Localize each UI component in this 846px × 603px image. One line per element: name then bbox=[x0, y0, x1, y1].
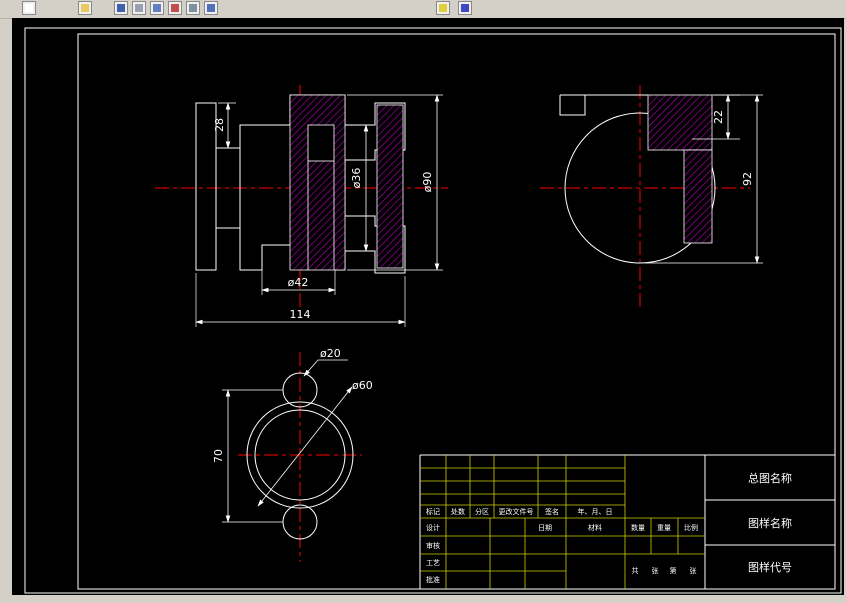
save-icon[interactable] bbox=[114, 1, 128, 15]
cut-icon-glyph bbox=[189, 4, 197, 12]
open-icon-glyph bbox=[81, 4, 89, 12]
new-icon-glyph bbox=[25, 4, 33, 12]
dim-28-text: 28 bbox=[213, 118, 226, 132]
print-icon-glyph bbox=[135, 4, 143, 12]
rev-header-docno: 更改文件号 bbox=[499, 507, 534, 516]
side-section-hatch-right bbox=[683, 149, 713, 244]
dim-20-text: ø20 bbox=[320, 347, 341, 360]
pan-icon-glyph bbox=[461, 4, 469, 12]
side-section-hatch-top bbox=[647, 94, 713, 151]
zoom-window-icon[interactable] bbox=[436, 1, 450, 15]
rev-header-zone: 分区 bbox=[475, 507, 489, 516]
qty-label: 数量 bbox=[631, 523, 645, 532]
sign-row-check: 审核 bbox=[426, 541, 440, 550]
pan-icon[interactable] bbox=[458, 1, 472, 15]
sign-row-approve: 批准 bbox=[426, 575, 440, 584]
part-name: 图样名称 bbox=[748, 516, 792, 530]
weight-label: 重量 bbox=[657, 524, 671, 532]
scale-label: 比例 bbox=[684, 523, 698, 532]
sheets-no-label: 第 bbox=[670, 566, 677, 575]
dim-36-text: ø36 bbox=[350, 168, 363, 189]
dim-90-text: ø90 bbox=[421, 172, 434, 193]
preview-icon-glyph bbox=[153, 4, 161, 12]
toolbar bbox=[0, 0, 846, 19]
sheets-unit2: 张 bbox=[690, 566, 697, 575]
sign-row-design: 设计 bbox=[426, 523, 440, 532]
save-icon-glyph bbox=[117, 4, 125, 12]
dim-92-text: 92 bbox=[741, 172, 754, 186]
preview-icon[interactable] bbox=[150, 1, 164, 15]
drawing-canvas[interactable]: 28 ø36 ø90 ø42 114 22 92 ø20 ø60 70 标记 处… bbox=[0, 18, 846, 603]
copy-icon[interactable] bbox=[204, 1, 218, 15]
new-icon[interactable] bbox=[22, 1, 36, 15]
rev-header-mark: 标记 bbox=[426, 507, 440, 516]
sheets-unit1: 张 bbox=[652, 566, 659, 575]
part-code: 图样代号 bbox=[748, 560, 792, 574]
front-section-hatch-main bbox=[289, 94, 346, 271]
open-icon[interactable] bbox=[78, 1, 92, 15]
front-bore-notch bbox=[307, 124, 335, 162]
rev-header-count: 处数 bbox=[451, 507, 465, 516]
rev-header-sign: 签名 bbox=[545, 507, 559, 516]
assembly-name: 总图名称 bbox=[748, 471, 792, 485]
dim-42-text: ø42 bbox=[288, 276, 309, 289]
dim-60-text: ø60 bbox=[352, 379, 373, 392]
material-label: 材料 bbox=[588, 523, 602, 532]
date-label: 日期 bbox=[538, 524, 552, 532]
sign-row-process: 工艺 bbox=[426, 559, 440, 567]
dim-70-text: 70 bbox=[212, 449, 225, 463]
cut-icon[interactable] bbox=[186, 1, 200, 15]
print-icon[interactable] bbox=[132, 1, 146, 15]
spell-icon[interactable] bbox=[168, 1, 182, 15]
dim-22-text: 22 bbox=[712, 110, 725, 124]
drawing-svg[interactable]: 28 ø36 ø90 ø42 114 22 92 ø20 ø60 70 标记 处… bbox=[0, 18, 846, 603]
front-section-hatch-right bbox=[376, 104, 404, 269]
zoom-window-icon-glyph bbox=[439, 4, 447, 12]
sheets-total-label: 共 bbox=[632, 566, 639, 575]
spell-icon-glyph bbox=[171, 4, 179, 12]
dim-114-text: 114 bbox=[290, 308, 311, 321]
rev-header-date: 年、月、日 bbox=[578, 507, 613, 516]
copy-icon-glyph bbox=[207, 4, 215, 12]
